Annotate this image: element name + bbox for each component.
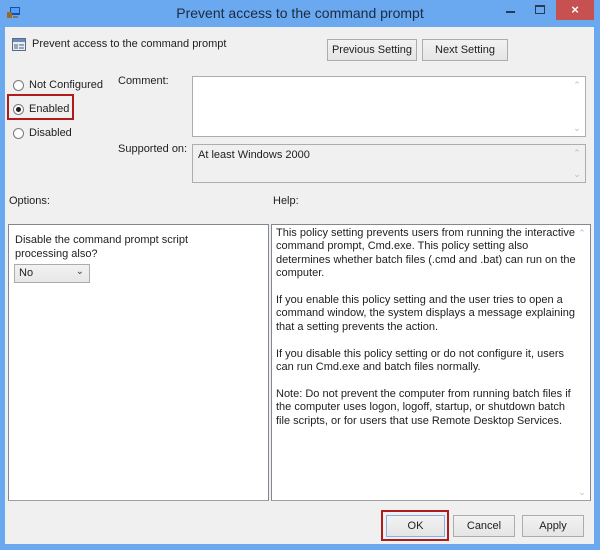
policy-name: Prevent access to the command prompt [32,38,227,50]
help-label: Help: [273,195,299,207]
cancel-button[interactable]: Cancel [453,515,515,537]
help-paragraph: This policy setting prevents users from … [276,227,576,280]
chevron-down-icon: ⌄ [75,266,84,277]
policy-setting-icon [12,38,26,51]
scroll-up-icon[interactable]: ⌃ [574,226,590,240]
apply-button[interactable]: Apply [522,515,584,537]
title-bar[interactable]: Prevent access to the command prompt × [0,0,600,27]
maximize-button[interactable] [527,0,555,20]
scroll-down-icon[interactable]: ⌄ [569,121,585,135]
comment-textarea[interactable]: ⌃ ⌄ [192,76,586,137]
scroll-down-icon[interactable]: ⌄ [574,485,590,499]
close-button[interactable]: × [556,0,594,20]
options-panel: Disable the command prompt script proces… [8,224,269,501]
comment-label: Comment: [118,75,169,87]
radio-button[interactable] [13,79,24,91]
help-paragraph: If you enable this policy setting and th… [276,294,575,333]
supported-on-label: Supported on: [118,143,188,155]
radio-enabled[interactable]: Enabled [13,101,69,117]
comment-scrollbar[interactable]: ⌃ ⌄ [569,77,585,136]
options-label: Options: [9,195,50,207]
minimize-button[interactable] [497,0,525,20]
radio-button-selected[interactable] [13,103,24,115]
help-text: This policy setting prevents users from … [276,227,576,441]
help-scrollbar[interactable]: ⌃ ⌄ [574,225,590,500]
options-question: Disable the command prompt script proces… [15,234,189,260]
radio-disabled[interactable]: Disabled [13,125,72,141]
help-paragraph: Note: Do not prevent the computer from r… [276,387,571,427]
help-paragraph: If you disable this policy setting or do… [276,347,564,374]
scroll-up-icon[interactable]: ⌃ [569,78,585,92]
dialog-client-area: Prevent access to the command prompt Pre… [5,27,594,544]
supported-scrollbar[interactable]: ⌃ ⌄ [569,145,585,182]
policy-dialog-window: Prevent access to the command prompt × P… [0,0,600,550]
radio-label: Disabled [29,127,72,139]
supported-on-field: At least Windows 2000 ⌃ ⌄ [192,144,586,183]
supported-on-value: At least Windows 2000 [198,149,310,161]
scroll-down-icon[interactable]: ⌄ [569,167,585,181]
radio-not-configured[interactable]: Not Configured [13,77,103,93]
radio-button[interactable] [13,127,24,139]
select-value: No [19,267,34,279]
radio-label: Not Configured [29,79,103,91]
ok-button[interactable]: OK [386,515,445,537]
script-processing-select[interactable]: No ⌄ [14,264,90,283]
radio-label: Enabled [29,103,70,115]
help-panel: This policy setting prevents users from … [271,224,591,501]
previous-setting-button[interactable]: Previous Setting [327,39,417,61]
scroll-up-icon[interactable]: ⌃ [569,146,585,160]
next-setting-button[interactable]: Next Setting [422,39,508,61]
